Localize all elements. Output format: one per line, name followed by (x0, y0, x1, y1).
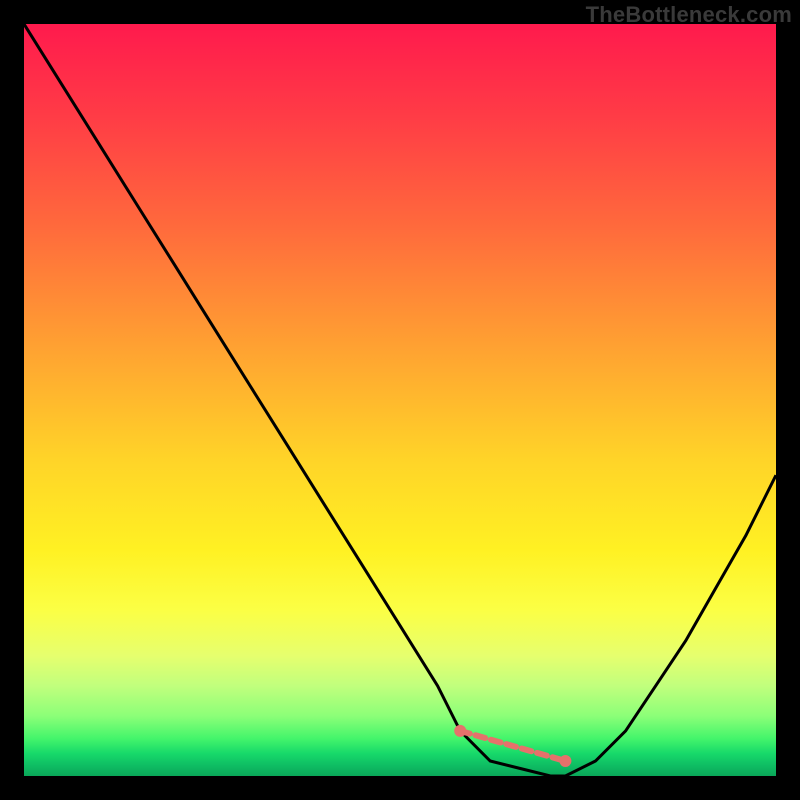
plot-area (24, 24, 776, 776)
chart-frame (24, 24, 776, 776)
chart-svg (24, 24, 776, 776)
marker-optimal-right (559, 755, 571, 767)
attribution-watermark: TheBottleneck.com (586, 2, 792, 28)
marker-optimal-left (454, 725, 466, 737)
curve-line (24, 24, 776, 776)
bottleneck-curve (24, 24, 776, 776)
markers-group (454, 725, 571, 767)
